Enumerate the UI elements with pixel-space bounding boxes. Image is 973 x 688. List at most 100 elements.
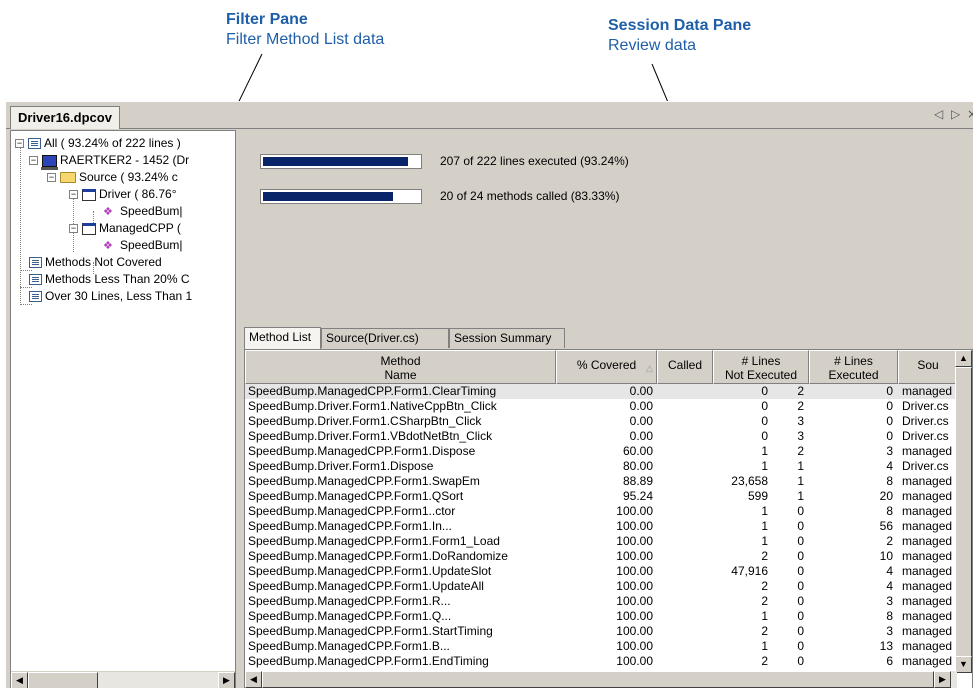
- tree-node-label: Methods Less Than 20% C: [45, 272, 190, 286]
- tree-node-over-30-lines[interactable]: Over 30 Lines, Less Than 1: [29, 288, 192, 305]
- tree-horizontal-scrollbar[interactable]: ◀ ▶: [11, 671, 235, 688]
- grid-horizontal-scrollbar[interactable]: ◀ ▶: [245, 671, 957, 688]
- source-cell: managed: [902, 504, 953, 518]
- file-icon: [82, 222, 96, 235]
- table-row[interactable]: SpeedBump.ManagedCPP.Form1.QSort 95.24 599…: [245, 489, 957, 504]
- collapse-icon[interactable]: −: [29, 156, 38, 166]
- table-row[interactable]: SpeedBump.ManagedCPP.Form1..ctor 100.00 1 0…: [245, 504, 957, 519]
- column-method-name[interactable]: Method Name: [245, 350, 556, 384]
- tree-node-label: SpeedBum|: [120, 238, 183, 252]
- tab-session-summary[interactable]: Session Summary: [449, 328, 565, 348]
- source-cell: managed: [902, 384, 953, 398]
- table-row[interactable]: SpeedBump.ManagedCPP.Form1.Form1_Load 100…: [245, 534, 957, 549]
- methods-called-text: 20 of 24 methods called (83.33%): [440, 189, 620, 203]
- method-icon: ❖: [103, 239, 113, 252]
- source-cell: managed: [902, 654, 953, 668]
- table-row[interactable]: SpeedBump.ManagedCPP.Form1.EndTiming 100.…: [245, 654, 957, 669]
- tree-node-speedbump-driver[interactable]: ❖ SpeedBum|: [103, 203, 183, 220]
- method-name-cell: SpeedBump.ManagedCPP.Form1..ctor: [248, 504, 456, 518]
- table-row[interactable]: SpeedBump.ManagedCPP.Form1.Q... 100.00 1 0 8…: [245, 609, 957, 624]
- column-source[interactable]: Sou: [898, 350, 958, 384]
- table-row[interactable]: SpeedBump.ManagedCPP.Form1.UpdateAll 100.…: [245, 579, 957, 594]
- collapse-icon[interactable]: −: [47, 173, 56, 183]
- table-row[interactable]: SpeedBump.Driver.Form1.NativeCppBtn_Clic…: [245, 399, 957, 414]
- lines-executed-cell: 8: [886, 504, 893, 518]
- percent-covered-cell: 100.00: [616, 594, 653, 608]
- scroll-up-icon[interactable]: ▲: [955, 350, 972, 367]
- tree-node-managedcpp[interactable]: − ManagedCPP (: [69, 220, 181, 237]
- source-cell: Driver.cs: [902, 414, 949, 428]
- method-name-cell: SpeedBump.ManagedCPP.Form1.Form1_Load: [248, 534, 500, 548]
- method-list-grid: Method Name % Covered △ Called # Lines N…: [244, 349, 973, 688]
- lines-not-executed-cell: 0: [797, 639, 804, 653]
- column-called[interactable]: Called: [657, 350, 713, 384]
- scroll-right-icon[interactable]: ▶: [934, 671, 951, 688]
- tab-method-list[interactable]: Method List: [244, 327, 321, 349]
- scroll-left-icon[interactable]: ◀: [11, 672, 28, 688]
- table-row[interactable]: SpeedBump.ManagedCPP.Form1.SwapEm 88.89 23…: [245, 474, 957, 489]
- callout-subtitle: Review data: [608, 37, 697, 54]
- scroll-tabs-left-icon[interactable]: ◁: [934, 107, 943, 121]
- tree-node-methods-less-than-20[interactable]: Methods Less Than 20% C: [29, 271, 190, 288]
- tree-node-methods-not-covered[interactable]: Methods Not Covered: [29, 254, 162, 271]
- collapse-icon[interactable]: −: [15, 139, 24, 149]
- collapse-icon[interactable]: −: [69, 190, 78, 200]
- column-percent-covered[interactable]: % Covered △: [556, 350, 657, 384]
- percent-covered-cell: 100.00: [616, 609, 653, 623]
- table-row[interactable]: SpeedBump.ManagedCPP.Form1.R... 100.00 2 0 3…: [245, 594, 957, 609]
- lines-not-executed-cell: 0: [797, 654, 804, 668]
- scroll-tabs-right-icon[interactable]: ▷: [951, 107, 960, 121]
- scroll-left-icon[interactable]: ◀: [245, 671, 262, 688]
- tree-node-driver[interactable]: − Driver ( 86.76°: [69, 186, 177, 203]
- lines-executed-cell: 3: [886, 624, 893, 638]
- scroll-down-icon[interactable]: ▼: [955, 656, 972, 673]
- lines-not-executed-cell: 1: [797, 459, 804, 473]
- table-row[interactable]: SpeedBump.ManagedCPP.Form1.In... 100.00 1 0…: [245, 519, 957, 534]
- tree-node-source[interactable]: − Source ( 93.24% c: [47, 169, 178, 186]
- table-row[interactable]: SpeedBump.ManagedCPP.Form1.DoRandomize 10…: [245, 549, 957, 564]
- tab-source-driver[interactable]: Source(Driver.cs): [321, 328, 449, 348]
- column-lines-executed[interactable]: # Lines Executed: [809, 350, 898, 384]
- callout-title: Session Data Pane: [608, 17, 752, 34]
- session-pane-callout: Session Data Pane Review data: [608, 16, 751, 56]
- percent-covered-cell: 100.00: [616, 534, 653, 548]
- table-row[interactable]: SpeedBump.ManagedCPP.Form1.Dispose 60.00 1…: [245, 444, 957, 459]
- lines-not-executed-cell: 1: [797, 489, 804, 503]
- scrollbar-thumb[interactable]: [262, 671, 934, 688]
- column-lines-not-executed[interactable]: # Lines Not Executed: [713, 350, 809, 384]
- lines-not-executed-cell: 0: [797, 504, 804, 518]
- percent-covered-cell: 100.00: [616, 564, 653, 578]
- tree-node-speedbump-managedcpp[interactable]: ❖ SpeedBum|: [103, 237, 183, 254]
- methods-progress-bar: [260, 189, 422, 204]
- method-name-cell: SpeedBump.Driver.Form1.VBdotNetBtn_Click: [248, 429, 493, 443]
- scroll-right-icon[interactable]: ▶: [218, 672, 235, 688]
- filter-tree-pane: − All ( 93.24% of 222 lines ) − RAERTKER2 …: [10, 130, 236, 688]
- document-tab[interactable]: Driver16.dpcov: [10, 106, 120, 129]
- source-cell: managed: [902, 489, 953, 503]
- method-name-cell: SpeedBump.ManagedCPP.Form1.StartTiming: [248, 624, 493, 638]
- table-row[interactable]: SpeedBump.ManagedCPP.Form1.B... 100.00 1 0 1…: [245, 639, 957, 654]
- source-cell: managed: [902, 549, 953, 563]
- lines-not-executed-cell: 2: [797, 399, 804, 413]
- method-name-cell: SpeedBump.ManagedCPP.Form1.DoRandomize: [248, 549, 508, 563]
- table-row[interactable]: SpeedBump.Driver.Form1.VBdotNetBtn_Click…: [245, 429, 957, 444]
- grid-vertical-scrollbar[interactable]: ▲ ▼: [955, 350, 972, 673]
- close-tab-icon[interactable]: ×: [967, 107, 973, 121]
- tree-node-all[interactable]: − All ( 93.24% of 222 lines ): [15, 135, 181, 152]
- tree-node-label: All ( 93.24% of 222 lines ): [44, 136, 181, 150]
- tree-node-machine[interactable]: − RAERTKER2 - 1452 (Dr: [29, 152, 189, 170]
- lines-not-executed-cell: 0: [797, 534, 804, 548]
- table-row[interactable]: SpeedBump.ManagedCPP.Form1.StartTiming 10…: [245, 624, 957, 639]
- scrollbar-thumb[interactable]: [955, 367, 972, 657]
- lines-not-executed-cell: 0: [797, 549, 804, 563]
- list-icon: [29, 274, 42, 286]
- table-row[interactable]: SpeedBump.ManagedCPP.Form1.UpdateSlot 100…: [245, 564, 957, 579]
- collapse-icon[interactable]: −: [69, 224, 78, 234]
- lines-not-executed-cell: 2: [797, 444, 804, 458]
- table-row[interactable]: SpeedBump.ManagedCPP.Form1.ClearTiming 0.…: [245, 384, 957, 399]
- table-row[interactable]: SpeedBump.Driver.Form1.Dispose 80.00 1 1 4 Dr…: [245, 459, 957, 474]
- scrollbar-thumb[interactable]: [28, 672, 98, 688]
- table-row[interactable]: SpeedBump.Driver.Form1.CSharpBtn_Click 0.…: [245, 414, 957, 429]
- filter-pane-callout: Filter Pane Filter Method List data: [226, 10, 384, 50]
- source-cell: managed: [902, 564, 953, 578]
